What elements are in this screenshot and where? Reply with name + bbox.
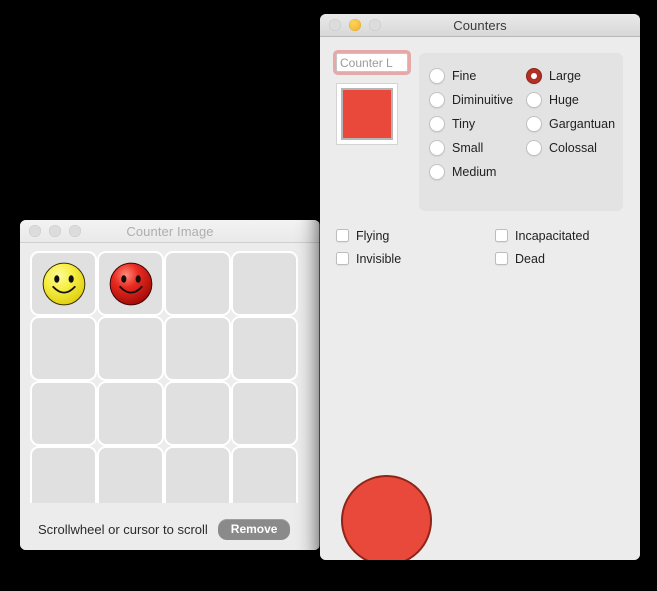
grid-cell[interactable]: [231, 251, 298, 316]
grid-cell[interactable]: [164, 381, 231, 446]
size-radio-tiny[interactable]: Tiny: [429, 112, 526, 136]
checkbox-incapacitated[interactable]: Incapacitated: [495, 224, 626, 247]
grid-cell[interactable]: [164, 446, 231, 503]
size-radio-diminuitive[interactable]: Diminuitive: [429, 88, 526, 112]
grid-cell[interactable]: [30, 251, 97, 316]
remove-button[interactable]: Remove: [217, 518, 291, 540]
traffic-lights: [320, 19, 381, 31]
status-checkbox-column-left: Flying Invisible: [336, 224, 495, 270]
size-radio-fine[interactable]: Fine: [429, 64, 526, 88]
radio-icon: [429, 92, 445, 108]
radio-icon: [429, 116, 445, 132]
size-radio-column-left: Fine Diminuitive Tiny Small Medium: [429, 64, 526, 184]
size-radio-colossal[interactable]: Colossal: [526, 136, 623, 160]
counter-color-well[interactable]: [336, 83, 398, 145]
grid-cell[interactable]: [231, 316, 298, 381]
grid-cell[interactable]: [30, 381, 97, 446]
counter-image-bottom-bar: Scrollwheel or cursor to scroll Remove: [20, 507, 320, 550]
size-radio-label: Medium: [452, 165, 497, 179]
checkbox-icon: [336, 229, 349, 242]
close-button[interactable]: [29, 225, 41, 237]
counter-color-swatch: [341, 88, 393, 140]
counter-image-window[interactable]: Counter Image Scrollwheel or cursor to s…: [20, 220, 320, 550]
grid-cell[interactable]: [164, 251, 231, 316]
size-radio-gargantuan[interactable]: Gargantuan: [526, 112, 623, 136]
size-radio-column-right: Large Huge Gargantuan Colossal: [526, 64, 623, 184]
grid-cell[interactable]: [164, 316, 231, 381]
size-radio-medium[interactable]: Medium: [429, 160, 526, 184]
icon-grid: [30, 251, 302, 503]
checkbox-label: Dead: [515, 251, 545, 266]
scroll-hint-label: Scrollwheel or cursor to scroll: [38, 521, 208, 537]
smiley-face-icon: [109, 262, 152, 305]
counters-body: Fine Diminuitive Tiny Small: [320, 37, 640, 560]
minimize-button[interactable]: [349, 19, 361, 31]
grid-cell[interactable]: [30, 316, 97, 381]
checkbox-icon: [495, 229, 509, 242]
size-radio-label: Diminuitive: [452, 93, 514, 107]
size-radio-label: Gargantuan: [549, 117, 616, 131]
grid-cell[interactable]: [30, 446, 97, 503]
radio-icon: [526, 116, 542, 132]
radio-icon: [526, 92, 542, 108]
radio-icon: [526, 140, 542, 156]
size-radio-label: Small: [452, 141, 484, 155]
grid-cell[interactable]: [97, 446, 164, 503]
traffic-lights: [20, 225, 81, 237]
checkbox-label: Invisible: [356, 251, 402, 266]
status-checkbox-column-right: Incapacitated Dead: [495, 224, 626, 270]
grid-cell[interactable]: [97, 251, 164, 316]
radio-icon-selected: [526, 68, 542, 84]
counter-identity-column: [336, 53, 408, 145]
size-radio-panel: Fine Diminuitive Tiny Small Medium Large…: [419, 53, 623, 211]
minimize-button[interactable]: [49, 225, 61, 237]
grid-cell[interactable]: [97, 316, 164, 381]
smiley-face-icon: [42, 262, 85, 305]
checkbox-icon: [336, 252, 349, 265]
size-radio-large[interactable]: Large: [526, 64, 623, 88]
close-button[interactable]: [329, 19, 341, 31]
counter-image-titlebar[interactable]: Counter Image: [20, 220, 320, 243]
radio-icon: [429, 68, 445, 84]
counters-titlebar[interactable]: Counters: [320, 14, 640, 37]
radio-icon: [429, 140, 445, 156]
checkbox-label: Flying: [356, 228, 390, 243]
grid-cell[interactable]: [231, 446, 298, 503]
zoom-button[interactable]: [69, 225, 81, 237]
size-radio-label: Large: [549, 69, 581, 83]
size-radio-label: Tiny: [452, 117, 476, 131]
size-radio-label: Fine: [452, 69, 477, 83]
status-checkbox-area: Flying Invisible Incapacitated Dead: [336, 224, 626, 270]
size-radio-label: Colossal: [549, 141, 597, 155]
counter-image-body: Scrollwheel or cursor to scroll Remove: [20, 243, 320, 550]
counters-window[interactable]: Counters Fine: [320, 14, 640, 560]
size-radio-label: Huge: [549, 93, 579, 107]
radio-icon: [429, 164, 445, 180]
checkbox-icon: [495, 252, 509, 265]
zoom-button[interactable]: [369, 19, 381, 31]
grid-cell[interactable]: [97, 381, 164, 446]
size-radio-small[interactable]: Small: [429, 136, 526, 160]
checkbox-invisible[interactable]: Invisible: [336, 247, 495, 270]
counter-preview-circle: [341, 475, 432, 560]
size-radio-huge[interactable]: Huge: [526, 88, 623, 112]
checkbox-flying[interactable]: Flying: [336, 224, 495, 247]
vertical-scrollbar[interactable]: [312, 249, 317, 505]
counter-label-input[interactable]: [336, 53, 408, 72]
checkbox-dead[interactable]: Dead: [495, 247, 626, 270]
grid-cell[interactable]: [231, 381, 298, 446]
checkbox-label: Incapacitated: [515, 228, 590, 243]
icon-grid-scroll-area[interactable]: [30, 251, 302, 503]
desktop-background: Counter Image Scrollwheel or cursor to s…: [0, 0, 657, 591]
